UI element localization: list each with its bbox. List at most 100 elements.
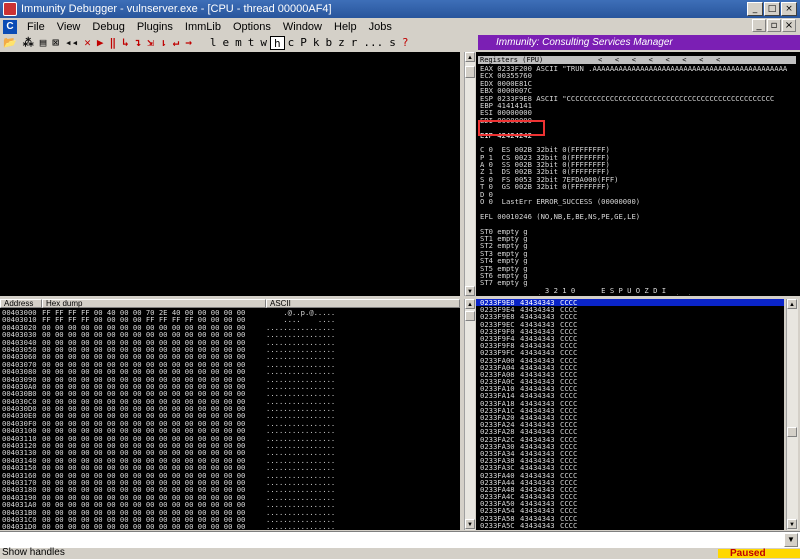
scroll-down-arrow-icon[interactable]: ▼	[465, 286, 475, 296]
dump-scrollbar[interactable]: ▲ ▼	[464, 299, 475, 530]
register-line[interactable]: O 0 LastErr ERROR_SUCCESS (00000000)	[480, 198, 798, 205]
toolbar-letter-r[interactable]: r	[348, 36, 361, 50]
dump-col-address[interactable]: Address	[0, 299, 42, 308]
run-icon[interactable]: ▶	[94, 36, 107, 50]
eip-highlight-box	[478, 120, 545, 136]
dump-row[interactable]: 004031D000 00 00 00 00 00 00 00 00 00 00…	[2, 523, 458, 530]
menu-bar: C FileViewDebugPluginsImmLibOptionsWindo…	[0, 18, 800, 35]
dump-rows: 00403000FF FF FF FF 00 40 00 00 70 2E 40…	[2, 309, 458, 530]
register-line[interactable]: ST0 empty g	[480, 228, 798, 235]
stack-pane[interactable]: 0233F9E843434343CCCC0233F9E443434343CCCC…	[476, 299, 784, 530]
toolbar-letter-h[interactable]: h	[270, 36, 285, 50]
minimize-button[interactable]: _	[747, 2, 763, 16]
execute-till-return-icon[interactable]: ↵	[170, 36, 183, 50]
dump-col-hex[interactable]: Hex dump	[42, 299, 266, 308]
restart-icon[interactable]: ⁂	[20, 36, 37, 50]
toolbar-letter-more[interactable]: ...	[360, 36, 386, 50]
toolbar-letter-l[interactable]: l	[207, 36, 220, 50]
immunity-app-icon[interactable]	[3, 2, 17, 16]
menu-immlib[interactable]: ImmLib	[179, 21, 227, 33]
step-over-icon[interactable]: ↴	[132, 36, 145, 50]
disassembly-scrollbar[interactable]: ▲ ▼	[464, 52, 475, 296]
register-line[interactable]: FST 0000 Cond 0 0 0 0 Err 0 0 0 0 0 0 0 …	[480, 294, 798, 295]
stack-address: 0233FA5C	[480, 522, 520, 529]
maximize-button[interactable]: □	[764, 2, 780, 16]
stack-scrollbar[interactable]: ▲ ▼	[786, 299, 798, 530]
registers-header-arrows[interactable]: < < < < < < < <	[598, 56, 720, 64]
register-line[interactable]: ST1 empty g	[480, 235, 798, 242]
register-lines: EAX 0233F200 ASCII "TRUN .AAAAAAAAAAAAAA…	[480, 65, 798, 295]
menu-window[interactable]: Window	[277, 21, 328, 33]
menu-debug[interactable]: Debug	[86, 21, 130, 33]
toolbar-letter-help[interactable]: ?	[399, 36, 412, 50]
paused-status-badge: Paused	[718, 549, 800, 558]
toolbar-letter-w[interactable]: w	[257, 36, 270, 50]
toolbar-letter-P[interactable]: P	[297, 36, 310, 50]
stack-value: 43434343	[520, 522, 560, 529]
stack-comment: CCCC	[560, 521, 577, 530]
open-icon[interactable]: 📂	[0, 36, 20, 50]
dump-pane[interactable]: 00403000FF FF FF FF 00 40 00 00 70 2E 40…	[0, 308, 460, 530]
dump-col-ascii[interactable]: ASCII	[266, 299, 460, 308]
toolbar-letter-b[interactable]: b	[322, 36, 335, 50]
stack-rows: 0233F9E843434343CCCC0233F9E443434343CCCC…	[476, 299, 784, 529]
toolbar-letter-s[interactable]: s	[386, 36, 399, 50]
consulting-services-banner[interactable]: Immunity: Consulting Services Manager	[478, 35, 800, 50]
title-bar: Immunity Debugger - vulnserver.exe - [CP…	[0, 0, 800, 18]
register-line[interactable]: ST4 empty g	[480, 257, 798, 264]
dump-scroll-up-icon[interactable]: ▲	[465, 299, 475, 309]
mdi-minimize-button[interactable]: _	[752, 19, 766, 32]
register-line[interactable]: EFL 00010246 (NO,NB,E,BE,NS,PE,GE,LE)	[480, 213, 798, 220]
register-line[interactable]: ST6 empty g	[480, 272, 798, 279]
menu-jobs[interactable]: Jobs	[363, 21, 398, 33]
scroll-up-arrow-icon[interactable]: ▲	[465, 52, 475, 62]
disassembly-pane[interactable]	[0, 52, 460, 296]
menu-options[interactable]: Options	[227, 21, 277, 33]
menu-view[interactable]: View	[51, 21, 87, 33]
menu-help[interactable]: Help	[328, 21, 363, 33]
command-input[interactable]: ▼	[0, 531, 800, 548]
close-icon[interactable]: ▤	[37, 36, 50, 50]
stack-scroll-up-icon[interactable]: ▲	[787, 299, 797, 309]
stop-icon[interactable]: ✕	[81, 36, 94, 50]
scroll-thumb[interactable]	[465, 66, 475, 78]
command-dropdown-icon[interactable]: ▼	[784, 533, 798, 547]
registers-header-label: Registers (FPU)	[480, 56, 543, 64]
rewind-icon[interactable]: ◂◂	[62, 36, 81, 50]
register-line[interactable]: T 0 GS 002B 32bit 0(FFFFFFFF)	[480, 183, 798, 190]
toolbar-letter-m[interactable]: m	[232, 36, 245, 50]
status-bar: Show handles	[0, 548, 800, 558]
goto-icon[interactable]: →	[182, 36, 195, 50]
toolbar-letter-k[interactable]: k	[310, 36, 323, 50]
menu-plugins[interactable]: Plugins	[131, 21, 179, 33]
step-into-icon[interactable]: ↳	[119, 36, 132, 50]
toolbar-letter-e[interactable]: e	[219, 36, 232, 50]
toolbar-letter-z[interactable]: z	[335, 36, 348, 50]
stack-scroll-down-icon[interactable]: ▼	[787, 519, 797, 529]
dump-address: 004031D0	[2, 523, 42, 530]
mdi-restore-button[interactable]: ▫	[767, 19, 781, 32]
trace-into-icon[interactable]: ⇲	[144, 36, 157, 50]
menu-file[interactable]: File	[21, 21, 51, 33]
dump-hex: 00 00 00 00 00 00 00 00 00 00 00 00 00 0…	[42, 523, 266, 530]
toolbar-letter-t[interactable]: t	[245, 36, 258, 50]
register-line[interactable]: ST2 empty g	[480, 242, 798, 249]
toolbar-letter-c[interactable]: c	[285, 36, 298, 50]
register-line[interactable]: ST5 empty g	[480, 265, 798, 272]
pause-red-icon[interactable]: ‖	[106, 36, 119, 50]
pause-icon[interactable]: ⊠	[49, 36, 62, 50]
cpu-window-icon[interactable]: C	[3, 20, 17, 34]
close-button[interactable]: ×	[781, 2, 797, 16]
register-line[interactable]	[480, 220, 798, 227]
dump-scroll-thumb[interactable]	[465, 311, 475, 321]
trace-over-icon[interactable]: ⇂	[157, 36, 170, 50]
status-text: Show handles	[2, 548, 65, 558]
stack-row[interactable]: 0233FA5C43434343CCCC	[476, 522, 784, 529]
registers-header[interactable]: Registers (FPU) < < < < < < < <	[478, 56, 796, 64]
stack-scroll-thumb[interactable]	[787, 427, 797, 437]
debugger-window: Immunity Debugger - vulnserver.exe - [CP…	[0, 0, 800, 558]
window-title: Immunity Debugger - vulnserver.exe - [CP…	[21, 3, 332, 15]
register-line[interactable]: ST3 empty g	[480, 250, 798, 257]
mdi-close-button[interactable]: ×	[782, 19, 796, 32]
dump-scroll-down-icon[interactable]: ▼	[465, 519, 475, 529]
